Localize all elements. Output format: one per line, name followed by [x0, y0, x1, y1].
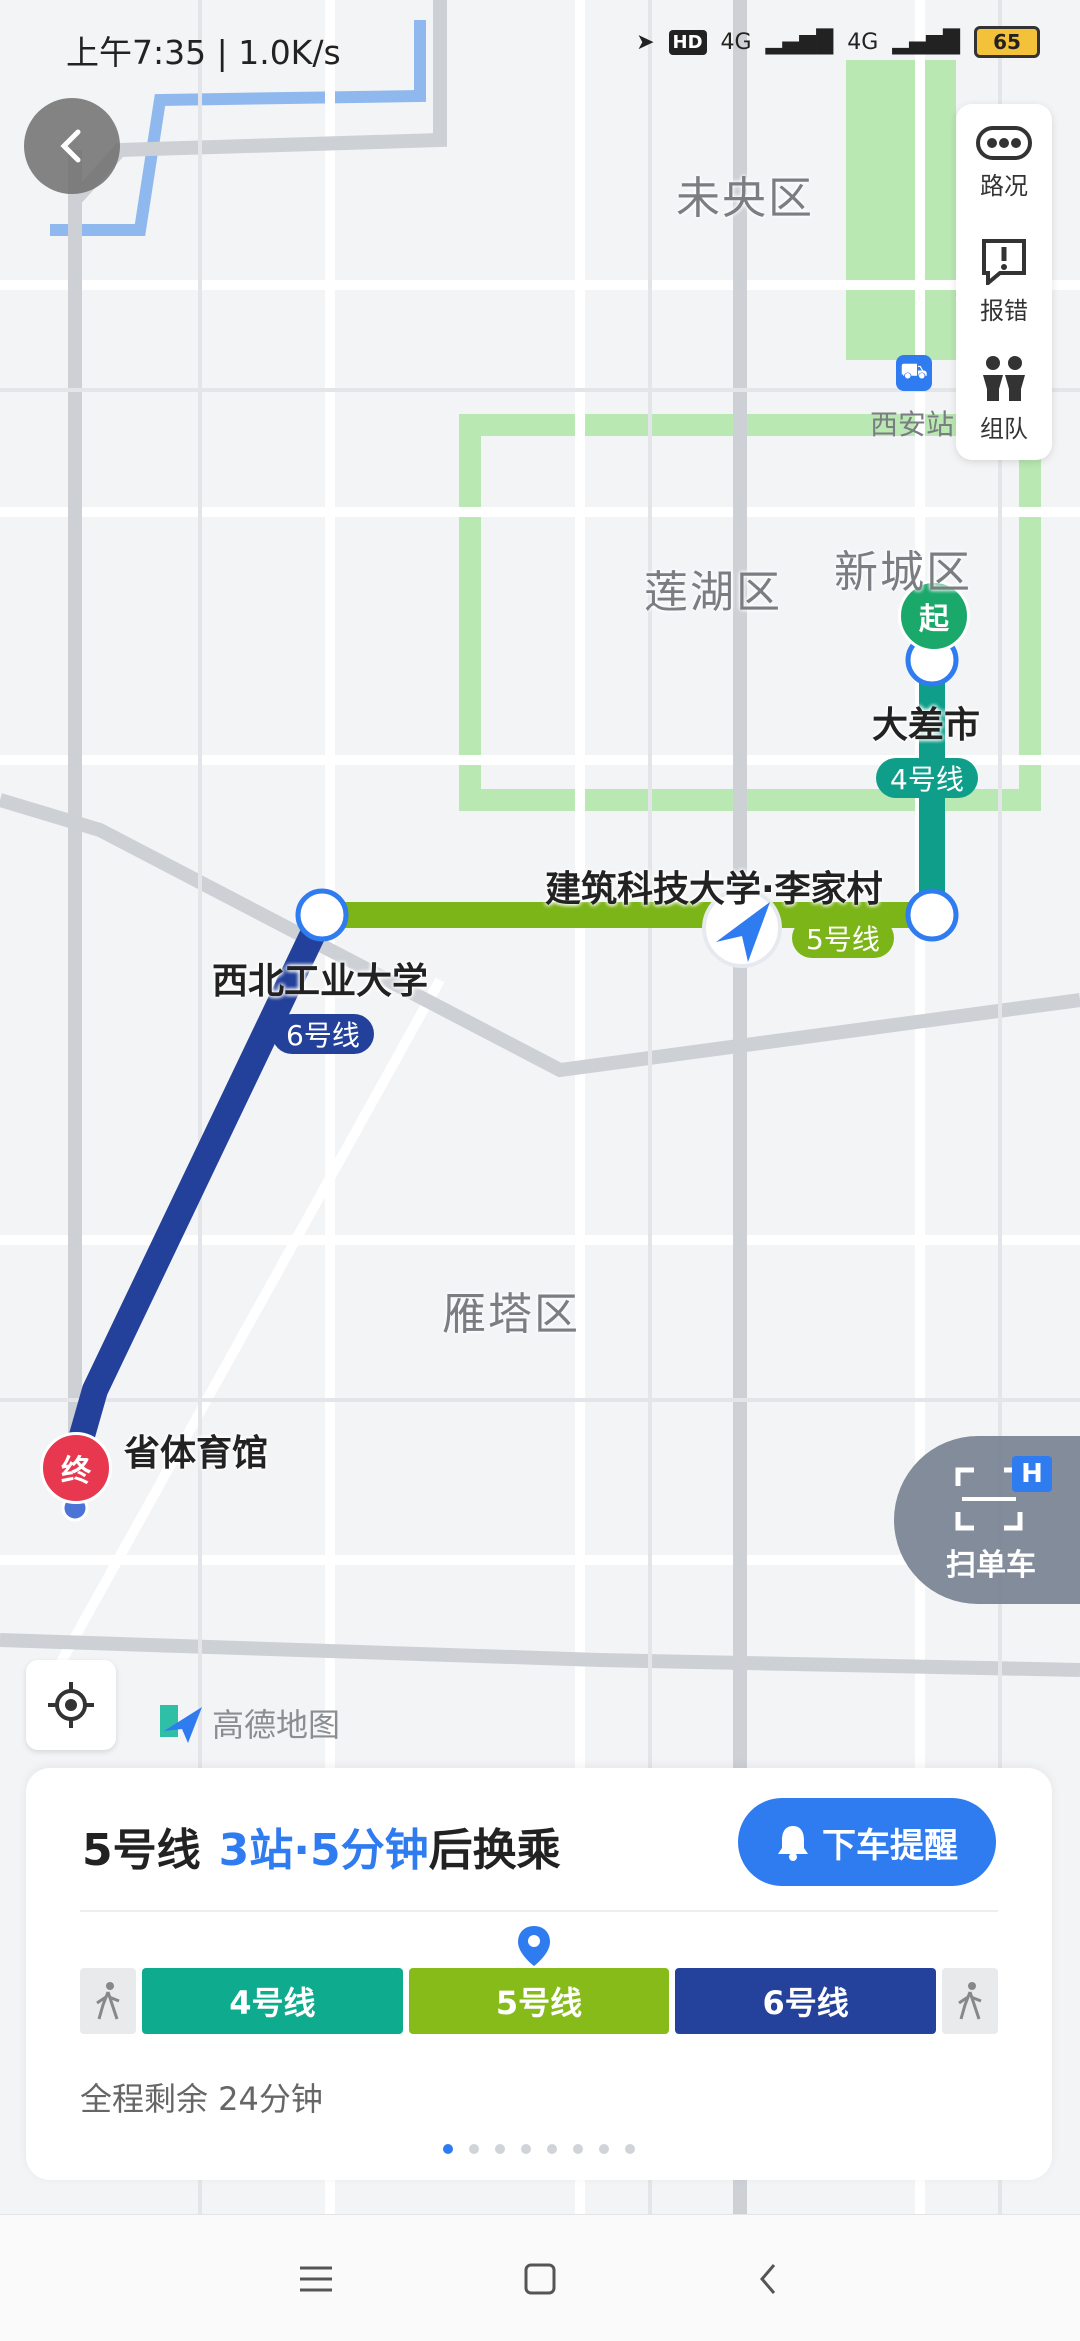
status-time: 上午7:35 | 1.0K/s — [66, 33, 341, 72]
walk-icon — [958, 1982, 982, 2020]
home-button[interactable] — [516, 2255, 564, 2303]
page-dot — [495, 2144, 505, 2154]
station-transfer-1[interactable]: 建筑科技大学·李家村 — [545, 860, 883, 912]
segment-line-5[interactable]: 5号线 — [408, 1968, 670, 2034]
hd-icon: HD — [668, 29, 707, 55]
alight-reminder-button[interactable]: 下车提醒 — [738, 1798, 996, 1886]
page-dot — [599, 2144, 609, 2154]
system-nav-bar — [0, 2214, 1080, 2341]
railway-station-icon: ⛟ — [896, 355, 932, 391]
bell-icon — [778, 1826, 808, 1861]
amap-logo: 高德地图 — [160, 1700, 340, 1746]
menu-icon — [300, 2266, 332, 2292]
report-button[interactable]: 报错 — [956, 222, 1052, 340]
remaining-time: 全程剩余 24分钟 — [80, 2080, 323, 2118]
status-bar: 上午7:35 | 1.0K/s ➤ HD 4G ▂▄▆█ 4G ▂▄▆█ 65 — [0, 0, 1080, 96]
segment-line-6[interactable]: 6号线 — [675, 1968, 937, 2034]
locate-button[interactable] — [26, 1660, 116, 1750]
page-dot — [469, 2144, 479, 2154]
station-transfer-2[interactable]: 西北工业大学 — [212, 952, 428, 1004]
map-tools-panel: 路况 报错 组队 — [956, 104, 1052, 460]
station-end[interactable]: 省体育馆 — [124, 1424, 268, 1476]
route-headline: 5号线 3站·5分钟后换乘 — [82, 1814, 561, 1878]
signal-icon: ▂▄▆█ — [892, 29, 960, 55]
current-line-label: 5号线 — [82, 1825, 201, 1876]
traffic-icon — [976, 125, 1032, 160]
station-start[interactable]: 大差市 — [872, 696, 980, 748]
poi-label: 西安站 — [870, 408, 955, 441]
menu-button[interactable] — [292, 2255, 340, 2303]
divider — [80, 1910, 998, 1912]
walk-icon — [96, 1982, 120, 2020]
line-pill-4: 4号线 — [876, 758, 978, 798]
team-button[interactable]: 组队 — [956, 340, 1052, 458]
scan-bike-label: 扫单车 — [946, 1548, 1036, 1583]
location-pin-icon — [518, 1926, 550, 1966]
segment-line-4[interactable]: 4号线 — [142, 1968, 403, 2034]
team-label: 组队 — [980, 414, 1028, 443]
page-dot — [521, 2144, 531, 2154]
page-indicator — [26, 2144, 1052, 2154]
back-button[interactable] — [24, 98, 120, 194]
line-pill-6: 6号线 — [272, 1014, 374, 1054]
page-dot — [573, 2144, 583, 2154]
network-4g-label: 4G — [720, 29, 752, 55]
crosshair-icon — [48, 1682, 94, 1728]
back-chevron-icon — [760, 2264, 776, 2294]
system-back-button[interactable] — [744, 2255, 792, 2303]
page-dot — [625, 2144, 635, 2154]
location-icon: ➤ — [636, 29, 655, 55]
stops-time-label: 3站·5分钟 — [218, 1825, 429, 1876]
report-icon — [982, 238, 1026, 285]
walk-segment-start — [80, 1968, 136, 2034]
amap-logo-icon — [160, 1705, 202, 1743]
home-square-icon — [524, 2263, 556, 2295]
route-segments: 4号线 5号线 6号线 — [80, 1968, 999, 2034]
district-label: 莲湖区 — [644, 567, 782, 618]
battery-icon: 65 — [974, 26, 1040, 58]
network-4g-label: 4G — [847, 29, 879, 55]
walk-segment-end — [942, 1968, 999, 2034]
alight-reminder-label: 下车提醒 — [822, 1825, 958, 1866]
brand-label: 高德地图 — [212, 1706, 341, 1744]
traffic-button[interactable]: 路况 — [956, 104, 1052, 222]
traffic-label: 路况 — [980, 171, 1028, 200]
line-pill-5: 5号线 — [792, 918, 894, 958]
scan-bike-button[interactable]: H 扫单车 — [894, 1436, 1080, 1604]
signal-icon: ▂▄▆█ — [765, 29, 834, 55]
transfer-suffix: 后换乘 — [428, 1825, 561, 1876]
page-dot — [547, 2144, 557, 2154]
page-dot — [443, 2144, 453, 2154]
report-label: 报错 — [980, 296, 1028, 325]
district-label: 新城区 — [834, 547, 972, 598]
district-label: 雁塔区 — [442, 1289, 580, 1340]
team-icon — [983, 355, 1025, 401]
end-marker: 终 — [40, 1432, 112, 1504]
bike-brand-icon: H — [1012, 1456, 1052, 1492]
district-label: 未央区 — [676, 173, 814, 224]
route-card[interactable]: 5号线 3站·5分钟后换乘 下车提醒 4号线 5号线 6号线 全程剩余 24分钟 — [26, 1768, 1052, 2180]
chevron-left-icon — [60, 129, 81, 163]
